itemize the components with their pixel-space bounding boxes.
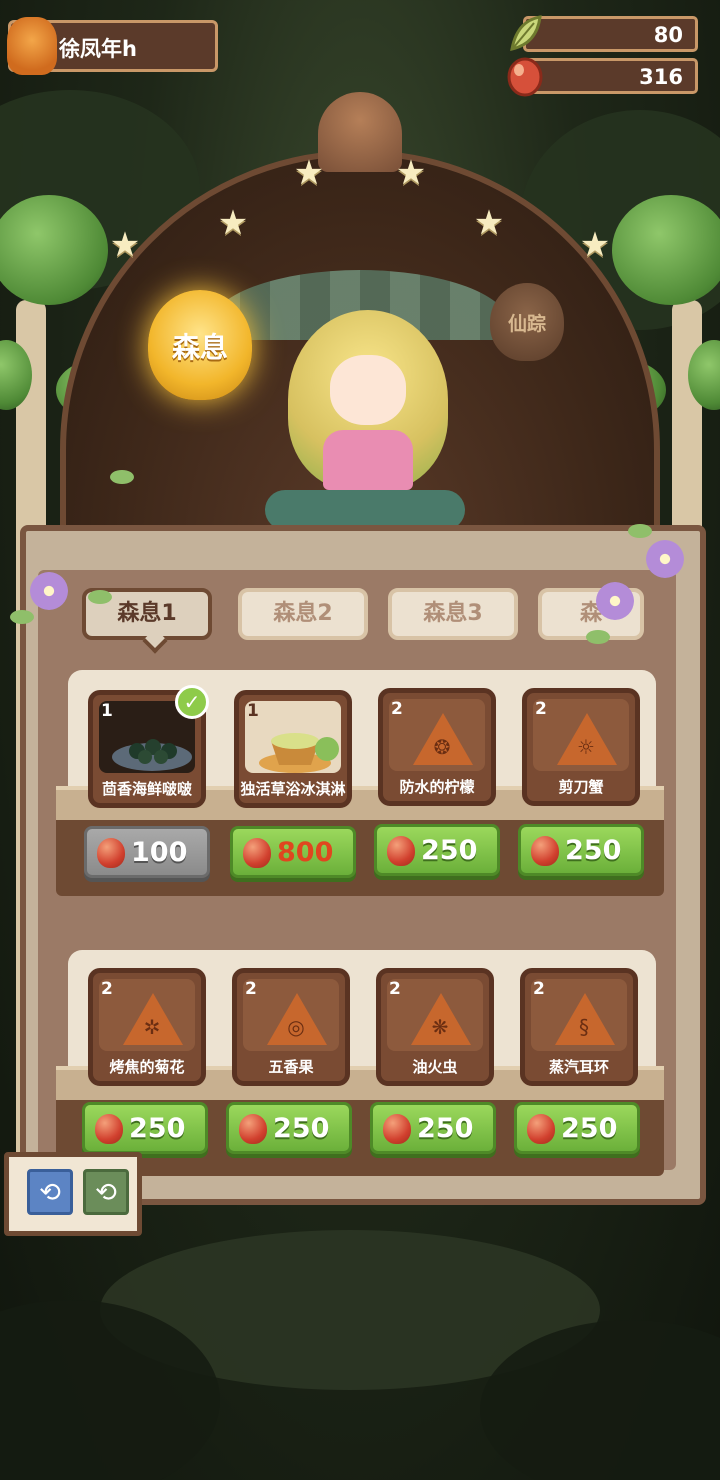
check-icon: ✓	[175, 685, 209, 719]
leaf-currency: 80	[510, 15, 698, 52]
item-name: 蒸汽耳环	[548, 1058, 609, 1076]
star-icon: ★	[579, 225, 611, 265]
egg-currency: 316	[507, 57, 698, 97]
item-name: 茴香海鲜啵啵	[101, 780, 192, 798]
price-value: 250	[421, 835, 478, 866]
switch-icon[interactable]: ⟲	[83, 1169, 129, 1215]
egg-icon	[239, 1114, 267, 1144]
booth-roof-knob	[318, 92, 402, 172]
price-value: 800	[277, 837, 334, 868]
item-name: 剪刀蟹	[558, 778, 604, 796]
star-icon: ★	[217, 203, 249, 243]
star-icon: ★	[395, 153, 427, 193]
lantern-senxi[interactable]: 森息	[148, 290, 252, 400]
item-quantity: 1	[101, 701, 113, 721]
lantern-senxi-label: 森息	[171, 331, 228, 364]
leaf-count: 80	[653, 23, 683, 47]
egg-icon	[531, 836, 559, 866]
item-card[interactable]: ❋ 2 油火虫	[376, 968, 494, 1086]
price-value: 250	[129, 1113, 186, 1144]
egg-count: 316	[639, 65, 683, 89]
item-name: 独活草浴冰淇淋	[240, 780, 346, 798]
egg-icon	[243, 838, 271, 868]
egg-icon	[527, 1114, 555, 1144]
tab-senxi-3[interactable]: 森息3	[388, 588, 518, 640]
shopkeeper-character[interactable]	[278, 300, 458, 500]
item-name: 油火虫	[412, 1058, 458, 1076]
price-value: 250	[417, 1113, 474, 1144]
view-switcher: ⟲ ⟲	[4, 1152, 142, 1236]
item-card[interactable]: 1 茴香海鲜啵啵 ✓	[88, 685, 209, 808]
egg-icon	[387, 836, 415, 866]
price-button[interactable]: 800	[230, 826, 356, 878]
item-quantity: 2	[245, 979, 257, 999]
shopkeeper-cushion	[265, 490, 465, 530]
price-value: 250	[273, 1113, 330, 1144]
star-icon: ★	[109, 225, 141, 265]
item-name: 防水的柠檬	[399, 778, 475, 796]
item-quantity: 2	[535, 699, 547, 719]
item-card[interactable]: § 2 蒸汽耳环	[520, 968, 638, 1086]
item-quantity: 2	[101, 979, 113, 999]
price-value: 250	[561, 1113, 618, 1144]
price-button[interactable]: 100	[84, 826, 210, 878]
price-button[interactable]: 250	[518, 824, 644, 876]
item-card[interactable]: ☼ 2 剪刀蟹	[522, 688, 640, 806]
item-card[interactable]: 1 独活草浴冰淇淋	[234, 690, 352, 808]
egg-icon	[507, 57, 543, 97]
item-card[interactable]: ❂ 2 防水的柠檬	[378, 688, 496, 806]
price-button[interactable]: 250	[514, 1102, 640, 1154]
item-quantity: 2	[391, 699, 403, 719]
lantern-xianzong-label: 仙踪	[507, 313, 546, 335]
star-icon: ★	[473, 203, 505, 243]
player-name: 徐凤年h	[59, 37, 137, 61]
egg-icon	[383, 1114, 411, 1144]
item-name: 五香果	[268, 1058, 314, 1076]
price-value: 250	[565, 835, 622, 866]
price-button[interactable]: 250	[370, 1102, 496, 1154]
player-profile[interactable]: 徐凤年h	[7, 17, 218, 75]
item-quantity: 1	[247, 701, 259, 721]
price-button[interactable]: 250	[82, 1102, 208, 1154]
price-value: 100	[131, 837, 188, 868]
price-button[interactable]: 250	[226, 1102, 352, 1154]
egg-icon	[97, 838, 125, 868]
item-quantity: 2	[533, 979, 545, 999]
avatar	[7, 17, 57, 75]
item-card[interactable]: ◎ 2 五香果	[232, 968, 350, 1086]
item-name: 烤焦的菊花	[109, 1058, 185, 1076]
tab-senxi-2[interactable]: 森息2	[238, 588, 368, 640]
lantern-xianzong[interactable]: 仙踪	[490, 283, 564, 361]
leaf-icon	[510, 15, 542, 51]
price-button[interactable]: 250	[374, 824, 500, 876]
herb-icecream-icon	[259, 733, 339, 773]
star-icon: ★	[293, 153, 325, 193]
egg-icon	[95, 1114, 123, 1144]
item-card[interactable]: ✲ 2 烤焦的菊花	[88, 968, 206, 1086]
item-quantity: 2	[389, 979, 401, 999]
switch-icon[interactable]: ⟲	[27, 1169, 73, 1215]
